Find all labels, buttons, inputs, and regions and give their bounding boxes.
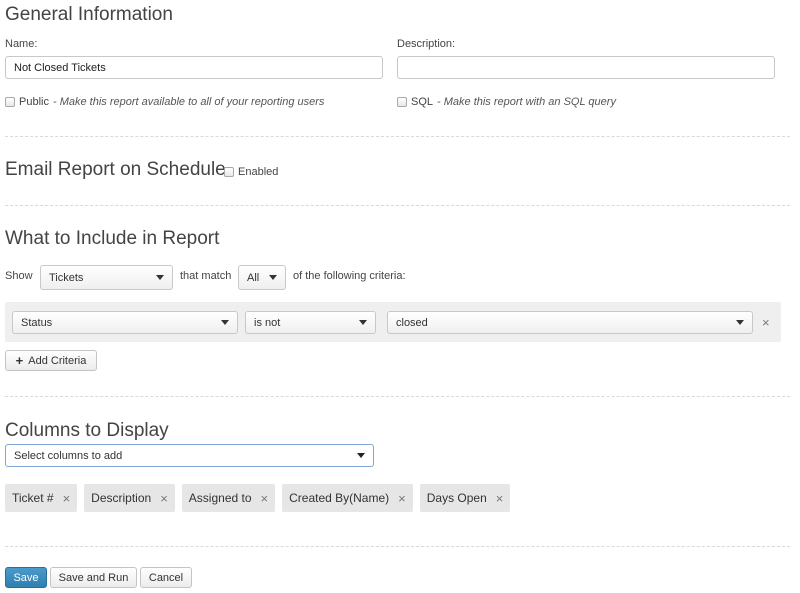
column-tag-label: Description [91, 491, 152, 505]
sql-label: SQL [411, 96, 434, 108]
public-checkbox[interactable] [5, 97, 15, 107]
columns-select-placeholder: Select columns to add [14, 449, 123, 462]
column-tag: Created By(Name) × [282, 484, 413, 512]
show-label: Show [5, 270, 33, 282]
name-input-value: Not Closed Tickets [14, 61, 106, 74]
section-divider [5, 136, 790, 137]
cancel-button[interactable]: Cancel [140, 567, 192, 588]
chevron-down-icon [736, 320, 744, 325]
include-heading: What to Include in Report [5, 228, 220, 249]
email-schedule-heading: Email Report on Schedule [5, 159, 226, 180]
column-tag: Assigned to × [181, 484, 276, 512]
match-select[interactable]: All [238, 265, 286, 290]
sql-option: SQL - Make this report with an SQL query [397, 96, 616, 108]
email-enabled-option: Enabled [224, 166, 278, 178]
selected-columns-list: Ticket # × Description × Assigned to × C… [5, 484, 511, 512]
criteria-field-select[interactable]: Status [12, 311, 238, 334]
criteria-field-value: Status [21, 316, 53, 329]
criteria-value-select[interactable]: closed [387, 311, 753, 334]
save-button[interactable]: Save [5, 567, 47, 588]
public-label: Public [19, 96, 49, 108]
name-input[interactable]: Not Closed Tickets [5, 56, 383, 79]
section-divider [5, 546, 790, 547]
public-option: Public - Make this report available to a… [5, 96, 324, 108]
description-label: Description: [397, 38, 456, 50]
sql-checkbox[interactable] [397, 97, 407, 107]
chevron-down-icon [221, 320, 229, 325]
show-select-value: Tickets [49, 271, 84, 284]
add-criteria-label: Add Criteria [28, 354, 87, 367]
description-input[interactable] [397, 56, 775, 79]
column-tag: Days Open × [419, 484, 511, 512]
remove-column-icon[interactable]: × [496, 492, 504, 505]
name-label: Name: [5, 38, 38, 50]
column-tag-label: Created By(Name) [289, 491, 390, 505]
sql-hint: - Make this report with an SQL query [437, 96, 616, 108]
remove-column-icon[interactable]: × [398, 492, 406, 505]
chevron-down-icon [269, 275, 277, 280]
remove-column-icon[interactable]: × [261, 492, 269, 505]
chevron-down-icon [357, 453, 365, 458]
section-divider [5, 396, 790, 397]
column-tag-label: Ticket # [12, 491, 54, 505]
show-select[interactable]: Tickets [40, 265, 173, 290]
column-tag-label: Days Open [426, 491, 487, 505]
remove-column-icon[interactable]: × [160, 492, 168, 505]
remove-criteria-icon[interactable]: × [762, 316, 770, 329]
chevron-down-icon [156, 275, 164, 280]
email-enabled-label: Enabled [238, 166, 279, 178]
public-hint: - Make this report available to all of y… [52, 96, 325, 108]
match-label: that match [180, 270, 232, 282]
columns-heading: Columns to Display [5, 420, 169, 441]
add-criteria-button[interactable]: + Add Criteria [5, 350, 97, 371]
criteria-value-value: closed [396, 316, 428, 329]
plus-icon: + [15, 353, 24, 368]
criteria-row: Status is not closed × [5, 302, 781, 342]
column-tag: Description × [84, 484, 175, 512]
match-select-value: All [247, 271, 260, 284]
criteria-suffix-label: of the following criteria: [293, 270, 406, 282]
column-tag-label: Assigned to [188, 491, 252, 505]
chevron-down-icon [359, 320, 367, 325]
save-and-run-button[interactable]: Save and Run [50, 567, 137, 588]
columns-select[interactable]: Select columns to add [5, 444, 374, 467]
section-divider [5, 205, 790, 206]
criteria-operator-select[interactable]: is not [245, 311, 376, 334]
general-information-heading: General Information [5, 4, 173, 25]
remove-column-icon[interactable]: × [63, 492, 71, 505]
column-tag: Ticket # × [5, 484, 78, 512]
criteria-operator-value: is not [254, 316, 281, 329]
email-enabled-checkbox[interactable] [224, 167, 234, 177]
